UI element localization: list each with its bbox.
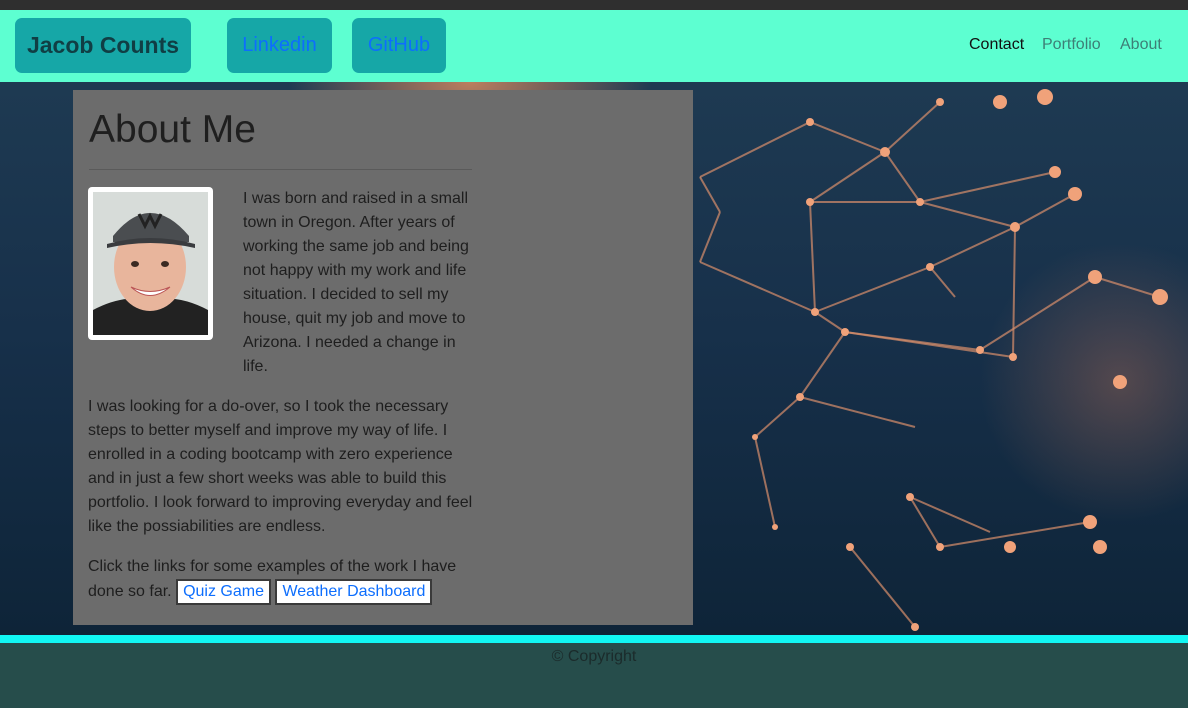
profile-photo: [88, 187, 213, 340]
nav-link-portfolio[interactable]: Portfolio: [1042, 36, 1101, 54]
github-button[interactable]: GitHub: [352, 18, 446, 73]
nav-link-contact[interactable]: Contact: [969, 36, 1024, 54]
brand-button[interactable]: Jacob Counts: [15, 18, 191, 73]
avatar: [93, 192, 208, 335]
quiz-game-button[interactable]: Quiz Game: [176, 579, 271, 605]
linkedin-button[interactable]: Linkedin: [227, 18, 332, 73]
about-card: About Me I was born and raised in a smal…: [73, 90, 693, 625]
navbar: Jacob Counts Linkedin GitHub Contact Por…: [0, 10, 1188, 82]
about-title: About Me: [89, 108, 256, 151]
title-divider: [89, 169, 472, 170]
person-illustration: [93, 192, 208, 335]
links-paragraph: Click the links for some examples of the…: [88, 555, 473, 605]
weather-dashboard-button[interactable]: Weather Dashboard: [275, 579, 433, 605]
footer-accent-line: [0, 635, 1188, 643]
copyright-text: © Copyright: [551, 648, 637, 665]
bootcamp-paragraph: I was looking for a do-over, so I took t…: [88, 398, 473, 535]
window-top-strip: [0, 0, 1188, 10]
intro-paragraph: I was born and raised in a small town in…: [243, 190, 469, 375]
footer: © Copyright: [0, 643, 1188, 708]
nav-link-about[interactable]: About: [1120, 36, 1162, 54]
